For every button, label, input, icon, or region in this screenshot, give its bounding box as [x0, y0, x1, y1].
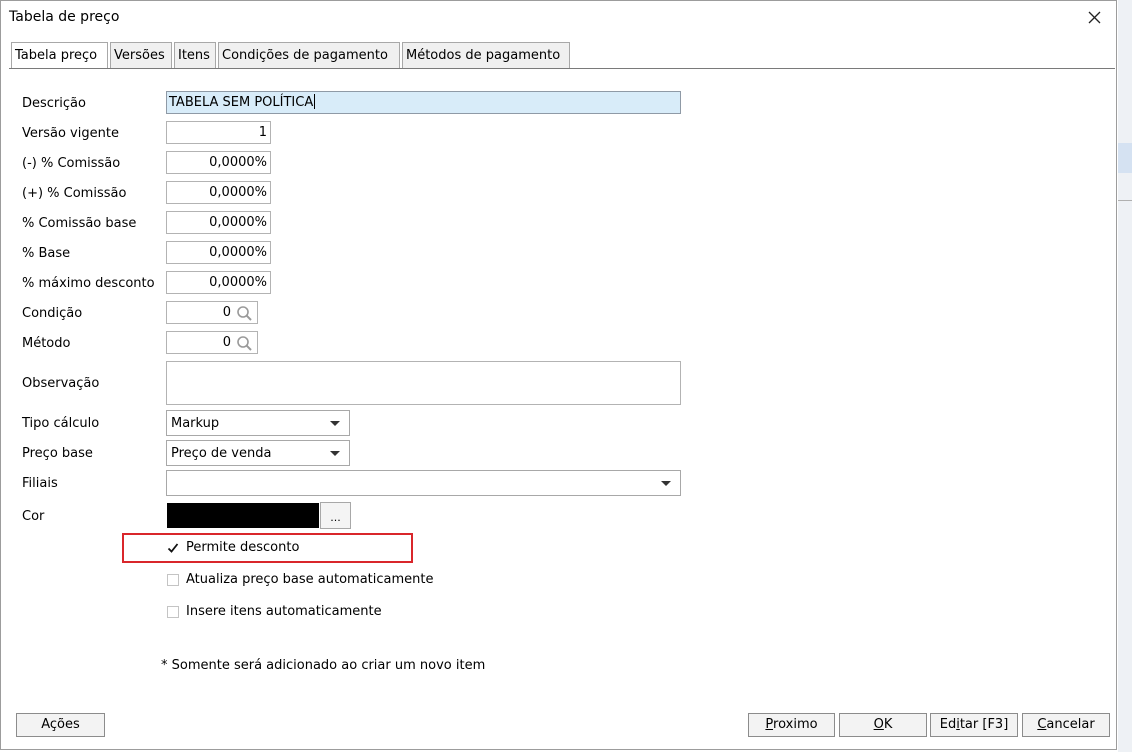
price-table-dialog: Tabela de preço Tabela preço Versões Ite… — [0, 0, 1117, 750]
close-icon — [1088, 11, 1101, 24]
permite-desconto-label: Permite desconto — [186, 540, 300, 555]
background-selection — [1118, 143, 1132, 173]
ok-button[interactable]: OK — [839, 713, 927, 737]
observacao-textarea[interactable] — [166, 361, 681, 405]
comissao-menos-input[interactable]: 0,0000% — [166, 151, 271, 174]
atualiza-preco-checkbox[interactable] — [167, 574, 179, 586]
color-swatch — [167, 503, 319, 528]
tipo-calculo-select[interactable]: Markup — [166, 410, 350, 436]
chevron-down-icon — [330, 451, 340, 456]
permite-desconto-checkbox[interactable] — [167, 542, 179, 554]
editar-button[interactable]: Editar [F3] — [930, 713, 1018, 737]
proximo-button[interactable]: Proximo — [748, 713, 835, 737]
atualiza-preco-label: Atualiza preço base automaticamente — [186, 572, 434, 587]
observacao-label: Observação — [22, 376, 100, 391]
filiais-select[interactable] — [166, 470, 681, 496]
editar-prefix: Ed — [939, 717, 957, 732]
window-title: Tabela de preço — [9, 9, 120, 25]
chevron-down-icon — [661, 481, 671, 486]
color-picker-button[interactable]: ... — [320, 502, 351, 529]
comissao-mais-label: (+) % Comissão — [22, 186, 127, 201]
background-divider — [1118, 200, 1132, 201]
comissao-base-input[interactable]: 0,0000% — [166, 211, 271, 234]
ok-text: K — [883, 717, 893, 732]
comissao-menos-label: (-) % Comissão — [22, 156, 121, 171]
search-icon[interactable] — [236, 305, 253, 322]
background-window — [1118, 0, 1132, 752]
tipo-calculo-label: Tipo cálculo — [22, 416, 100, 431]
descricao-value: TABELA SEM POLÍTICA — [169, 95, 314, 110]
proximo-mnemonic: P — [765, 717, 774, 732]
acoes-button[interactable]: Ações — [16, 713, 105, 737]
comissao-mais-input[interactable]: 0,0000% — [166, 181, 271, 204]
maximo-desconto-input[interactable]: 0,0000% — [166, 271, 271, 294]
maximo-desconto-label: % máximo desconto — [22, 276, 155, 291]
chevron-down-icon — [330, 421, 340, 426]
versao-vigente-label: Versão vigente — [22, 126, 119, 141]
text-caret — [314, 94, 316, 109]
info-note: * Somente será adicionado ao criar um no… — [161, 658, 486, 673]
proximo-text: roximo — [773, 717, 818, 732]
metodo-value: 0 — [222, 335, 231, 350]
descricao-label: Descrição — [22, 96, 86, 111]
cor-label: Cor — [22, 509, 45, 524]
insere-itens-checkbox[interactable] — [167, 606, 179, 618]
tab-condicoes-pagamento[interactable]: Condições de pagamento — [218, 42, 400, 68]
metodo-label: Método — [22, 336, 71, 351]
title-bar: Tabela de preço — [1, 1, 1116, 35]
cancelar-button[interactable]: Cancelar — [1022, 713, 1110, 737]
tipo-calculo-value: Markup — [171, 416, 220, 431]
preco-base-label: Preço base — [22, 446, 93, 461]
search-icon[interactable] — [236, 335, 253, 352]
checkmark-icon — [167, 543, 179, 553]
base-input[interactable]: 0,0000% — [166, 241, 271, 264]
descricao-input[interactable]: TABELA SEM POLÍTICA — [166, 91, 681, 114]
tab-metodos-pagamento[interactable]: Métodos de pagamento — [402, 42, 570, 68]
editar-text: tar [F3] — [959, 717, 1009, 732]
comissao-base-label: % Comissão base — [22, 216, 137, 231]
close-button[interactable] — [1082, 5, 1108, 31]
preco-base-select[interactable]: Preço de venda — [166, 440, 350, 466]
condicao-value: 0 — [222, 305, 231, 320]
metodo-input[interactable]: 0 — [166, 331, 258, 354]
insere-itens-label: Insere itens automaticamente — [186, 604, 382, 619]
ok-mnemonic: O — [873, 717, 884, 732]
tab-tabela-preco[interactable]: Tabela preço — [11, 42, 108, 69]
filiais-label: Filiais — [22, 476, 58, 491]
condicao-label: Condição — [22, 306, 83, 321]
versao-vigente-input[interactable]: 1 — [166, 121, 271, 144]
base-label: % Base — [22, 246, 71, 261]
tab-versoes[interactable]: Versões — [110, 42, 172, 68]
preco-base-value: Preço de venda — [171, 446, 272, 461]
tab-divider — [9, 68, 1115, 69]
condicao-input[interactable]: 0 — [166, 301, 258, 324]
tab-itens[interactable]: Itens — [174, 42, 216, 68]
cancelar-text: ancelar — [1046, 717, 1095, 732]
